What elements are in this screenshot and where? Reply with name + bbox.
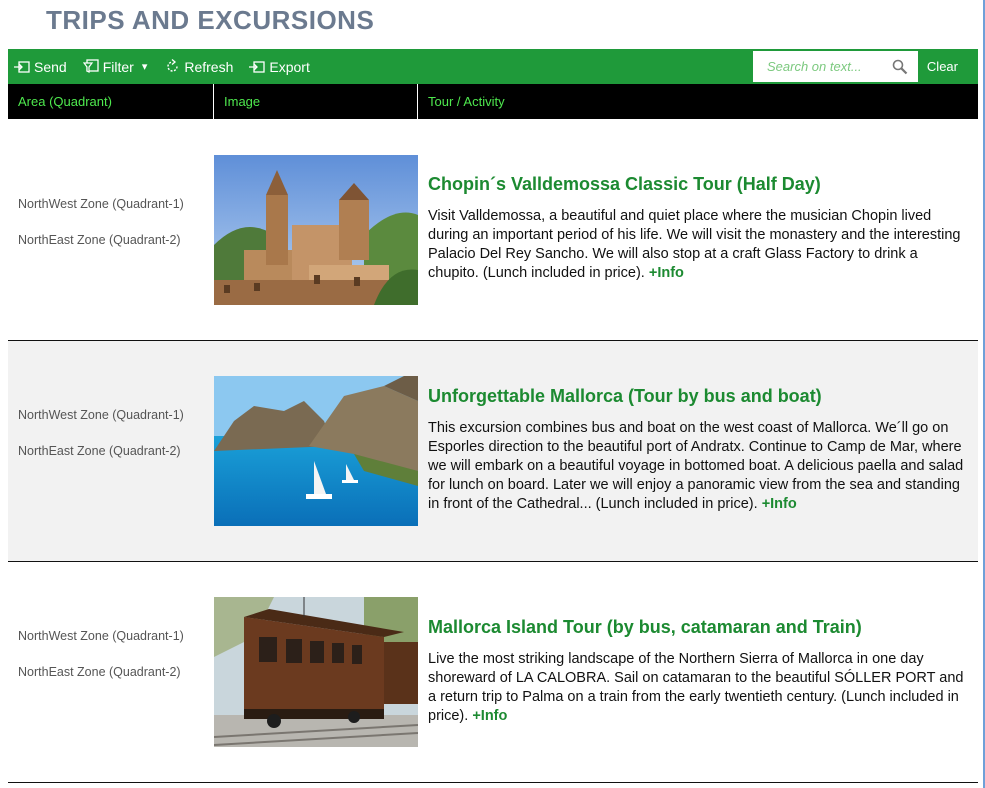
- more-info-link[interactable]: +Info: [762, 496, 797, 512]
- clear-button[interactable]: Clear: [927, 59, 958, 74]
- table-header: Area (Quadrant) Image Tour / Activity: [8, 84, 978, 119]
- area-item: NorthEast Zone (Quadrant-2): [18, 665, 181, 679]
- filter-label: Filter: [102, 58, 134, 75]
- send-label: Send: [34, 58, 67, 75]
- search-icon[interactable]: [892, 59, 908, 75]
- area-item: NorthWest Zone (Quadrant-1): [18, 629, 184, 643]
- tour-title[interactable]: Mallorca Island Tour (by bus, catamaran …: [428, 617, 968, 638]
- tour-cell: Chopin´s Valldemossa Classic Tour (Half …: [428, 174, 968, 283]
- export-label: Export: [269, 58, 310, 75]
- valldemossa-photo[interactable]: [214, 155, 418, 305]
- filter-icon: [82, 59, 99, 73]
- refresh-icon: [167, 59, 179, 72]
- area-list: NorthWest Zone (Quadrant-1) NorthEast Zo…: [18, 627, 208, 699]
- area-item: NorthEast Zone (Quadrant-2): [18, 444, 181, 458]
- table-row: NorthWest Zone (Quadrant-1) NorthEast Zo…: [8, 562, 978, 783]
- tour-description: Live the most striking landscape of the …: [428, 650, 968, 726]
- tour-description-text: Live the most striking landscape of the …: [428, 651, 964, 724]
- area-item: NorthWest Zone (Quadrant-1): [18, 197, 184, 211]
- area-item: NorthWest Zone (Quadrant-1): [18, 408, 184, 422]
- area-list: NorthWest Zone (Quadrant-1) NorthEast Zo…: [18, 406, 208, 478]
- vintage-train-photo[interactable]: [214, 597, 418, 747]
- area-item: NorthEast Zone (Quadrant-2): [18, 233, 181, 247]
- refresh-label: Refresh: [184, 58, 234, 75]
- filter-dropdown-icon[interactable]: ▾: [142, 60, 148, 73]
- coastal-bay-photo[interactable]: [214, 376, 418, 526]
- tour-cell: Unforgettable Mallorca (Tour by bus and …: [428, 386, 968, 514]
- table-row: NorthWest Zone (Quadrant-1) NorthEast Zo…: [8, 119, 978, 341]
- column-header-tour[interactable]: Tour / Activity: [418, 84, 978, 119]
- filter-button[interactable]: Filter: [82, 58, 134, 75]
- area-list: NorthWest Zone (Quadrant-1) NorthEast Zo…: [18, 195, 208, 267]
- tour-title[interactable]: Unforgettable Mallorca (Tour by bus and …: [428, 386, 968, 407]
- send-icon: [14, 60, 30, 73]
- send-button[interactable]: Send: [14, 59, 67, 75]
- toolbar: Send Filter ▾ Refresh Export Clear: [8, 49, 978, 84]
- search-input[interactable]: [765, 58, 894, 75]
- tour-cell: Mallorca Island Tour (by bus, catamaran …: [428, 617, 968, 726]
- export-button[interactable]: Export: [249, 58, 310, 75]
- tour-description-text: Visit Valldemossa, a beautiful and quiet…: [428, 208, 961, 281]
- tour-description: This excursion combines bus and boat on …: [428, 419, 968, 514]
- search-box: [753, 51, 918, 82]
- table-row: NorthWest Zone (Quadrant-1) NorthEast Zo…: [8, 341, 978, 562]
- tour-description-text: This excursion combines bus and boat on …: [428, 420, 964, 512]
- page-title: TRIPS AND EXCURSIONS: [46, 5, 375, 35]
- more-info-link[interactable]: +Info: [649, 265, 684, 281]
- tour-description: Visit Valldemossa, a beautiful and quiet…: [428, 207, 968, 283]
- column-header-area[interactable]: Area (Quadrant): [8, 84, 214, 119]
- refresh-button[interactable]: Refresh: [165, 59, 233, 75]
- more-info-link[interactable]: +Info: [472, 708, 507, 724]
- column-header-image[interactable]: Image: [214, 84, 418, 119]
- tour-title[interactable]: Chopin´s Valldemossa Classic Tour (Half …: [428, 174, 968, 195]
- export-icon: [249, 60, 266, 73]
